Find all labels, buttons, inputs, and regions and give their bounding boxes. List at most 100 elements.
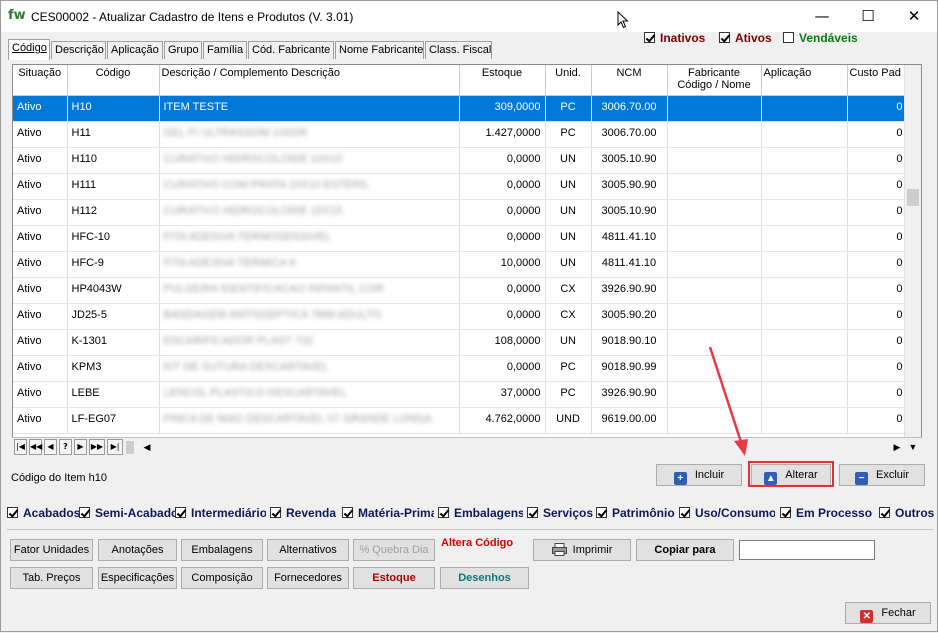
filter-inativos[interactable]: Inativos bbox=[644, 31, 705, 45]
cell-fabricante[interactable] bbox=[667, 251, 762, 278]
checkbox-icon[interactable] bbox=[679, 507, 690, 518]
col-header-situacao[interactable]: Situação bbox=[13, 65, 68, 96]
cell-aplicacao[interactable] bbox=[761, 225, 848, 252]
cell-custo[interactable]: 0 bbox=[847, 121, 908, 148]
nav-first-button[interactable]: |◀ bbox=[14, 439, 27, 455]
category-semi-acabados[interactable]: Semi-Acabados bbox=[79, 506, 175, 520]
composicao-button[interactable]: Composição bbox=[181, 567, 263, 589]
cell-aplicacao[interactable] bbox=[761, 199, 848, 226]
category-embalagens[interactable]: Embalagens bbox=[438, 506, 523, 520]
cell-codigo[interactable]: HFC-10 bbox=[67, 225, 160, 252]
cell-ncm[interactable]: 3006.70.00 bbox=[591, 95, 668, 122]
cell-fabricante[interactable] bbox=[667, 277, 762, 304]
category-uso-consumo[interactable]: Uso/Consumo bbox=[679, 506, 775, 520]
tab-nome-fabricante[interactable]: Nome Fabricante bbox=[335, 41, 424, 59]
category-acabados[interactable]: Acabados bbox=[7, 506, 79, 520]
vertical-scrollbar[interactable] bbox=[904, 65, 921, 455]
checkbox-icon[interactable] bbox=[7, 507, 18, 518]
estoque-button[interactable]: Estoque bbox=[353, 567, 435, 589]
category-intermediarios[interactable]: Intermediários bbox=[175, 506, 266, 520]
table-row[interactable]: Ativo LF-EG07 PINCA DE MAO DESCARTAVEL 07 … bbox=[13, 407, 908, 434]
cell-unid[interactable]: UN bbox=[545, 173, 592, 200]
cell-fabricante[interactable] bbox=[667, 225, 762, 252]
fator-unidades-button[interactable]: Fator Unidades bbox=[10, 539, 93, 561]
cell-unid[interactable]: UN bbox=[545, 147, 592, 174]
anotacoes-button[interactable]: Anotações bbox=[98, 539, 177, 561]
checkbox-icon[interactable] bbox=[719, 32, 730, 43]
cell-custo[interactable]: 0 bbox=[847, 173, 908, 200]
col-header-unid[interactable]: Unid. bbox=[545, 65, 592, 96]
fechar-button[interactable]: ✕ Fechar bbox=[845, 602, 931, 624]
tab-descricao[interactable]: Descrição bbox=[51, 41, 106, 59]
quebra-dia-button[interactable]: % Quebra Dia bbox=[353, 539, 435, 561]
filter-ativos[interactable]: Ativos bbox=[719, 31, 772, 45]
cell-aplicacao[interactable] bbox=[761, 95, 848, 122]
table-row[interactable]: Ativo HFC-9 FITA ADESIVA TERMICA 9 10,0000 U… bbox=[13, 251, 908, 278]
cell-descricao[interactable]: LENCOL PLASTICO DESCARTAVEL bbox=[159, 381, 460, 408]
copiar-para-input[interactable] bbox=[739, 540, 875, 560]
cell-custo[interactable]: 0 bbox=[847, 199, 908, 226]
cell-ncm[interactable]: 3006.70.00 bbox=[591, 121, 668, 148]
cell-ncm[interactable]: 3005.10.90 bbox=[591, 147, 668, 174]
table-row[interactable]: Ativo H10 ITEM TESTE 309,0000 PC 3006.70.00 0 bbox=[13, 95, 908, 122]
tab-aplicacao[interactable]: Aplicação bbox=[107, 41, 163, 59]
cell-situacao[interactable]: Ativo bbox=[13, 303, 68, 330]
checkbox-icon[interactable] bbox=[879, 507, 890, 518]
cell-codigo[interactable]: H112 bbox=[67, 199, 160, 226]
cell-codigo[interactable]: LF-EG07 bbox=[67, 407, 160, 434]
tab-class-fiscal[interactable]: Class. Fiscal bbox=[425, 41, 492, 59]
cell-descricao[interactable]: PINCA DE MAO DESCARTAVEL 07 GRANDE LONGA bbox=[159, 407, 460, 434]
cell-estoque[interactable]: 0,0000 bbox=[459, 355, 546, 382]
cell-fabricante[interactable] bbox=[667, 121, 762, 148]
cell-estoque[interactable]: 108,0000 bbox=[459, 329, 546, 356]
cell-unid[interactable]: UN bbox=[545, 329, 592, 356]
filter-vendaveis[interactable]: Vendáveis bbox=[783, 31, 858, 45]
cell-custo[interactable]: 0 bbox=[847, 225, 908, 252]
cell-codigo[interactable]: LEBE bbox=[67, 381, 160, 408]
cell-estoque[interactable]: 0,0000 bbox=[459, 225, 546, 252]
col-header-aplicacao[interactable]: Aplicação bbox=[761, 65, 848, 96]
checkbox-icon[interactable] bbox=[780, 507, 791, 518]
cell-descricao[interactable]: CURATIVO HIDROCOLOIDE 10X10 bbox=[159, 147, 460, 174]
nav-prev-page-button[interactable]: ◀◀ bbox=[29, 439, 42, 455]
cell-fabricante[interactable] bbox=[667, 173, 762, 200]
excluir-button[interactable]: − Excluir bbox=[839, 464, 925, 486]
cell-codigo[interactable]: H10 bbox=[67, 95, 160, 122]
cell-fabricante[interactable] bbox=[667, 407, 762, 434]
table-row[interactable]: Ativo JD25-5 BANDAGEM ANTISSEPTICA 7MM ADU… bbox=[13, 303, 908, 330]
cell-ncm[interactable]: 3926.90.90 bbox=[591, 277, 668, 304]
cell-estoque[interactable]: 37,0000 bbox=[459, 381, 546, 408]
cell-fabricante[interactable] bbox=[667, 95, 762, 122]
checkbox-icon[interactable] bbox=[175, 507, 186, 518]
cell-aplicacao[interactable] bbox=[761, 329, 848, 356]
cell-ncm[interactable]: 4811.41.10 bbox=[591, 225, 668, 252]
cell-aplicacao[interactable] bbox=[761, 173, 848, 200]
vertical-scroll-thumb[interactable] bbox=[907, 189, 919, 206]
col-header-estoque[interactable]: Estoque bbox=[459, 65, 546, 96]
tab-precos-button[interactable]: Tab. Preços bbox=[10, 567, 93, 589]
tab-familia[interactable]: Família bbox=[203, 41, 247, 59]
col-header-codigo[interactable]: Código bbox=[67, 65, 160, 96]
items-grid[interactable]: Situação Código Descrição / Complemento … bbox=[12, 64, 922, 456]
cell-aplicacao[interactable] bbox=[761, 381, 848, 408]
category-servicos[interactable]: Serviços bbox=[527, 506, 593, 520]
cell-situacao[interactable]: Ativo bbox=[13, 225, 68, 252]
nav-last-button[interactable]: ▶| bbox=[107, 439, 123, 455]
cell-situacao[interactable]: Ativo bbox=[13, 407, 68, 434]
cell-descricao[interactable]: FITA ADESIVA TERMOSENSIVEL bbox=[159, 225, 460, 252]
cell-descricao[interactable]: GEL P/ ULTRASSOM 100GR bbox=[159, 121, 460, 148]
cell-aplicacao[interactable] bbox=[761, 121, 848, 148]
scroll-down-icon[interactable]: ▼ bbox=[905, 439, 921, 455]
cell-custo[interactable]: 0 bbox=[847, 95, 908, 122]
cell-aplicacao[interactable] bbox=[761, 251, 848, 278]
category-outros[interactable]: Outros bbox=[879, 506, 937, 520]
category-patrimonio[interactable]: Patrimônio bbox=[596, 506, 678, 520]
desenhos-button[interactable]: Desenhos bbox=[440, 567, 529, 589]
checkbox-icon[interactable] bbox=[783, 32, 794, 43]
cell-estoque[interactable]: 309,0000 bbox=[459, 95, 546, 122]
cell-custo[interactable]: 0 bbox=[847, 147, 908, 174]
cell-fabricante[interactable] bbox=[667, 199, 762, 226]
cell-unid[interactable]: PC bbox=[545, 355, 592, 382]
cell-unid[interactable]: PC bbox=[545, 121, 592, 148]
cell-descricao[interactable]: CURATIVO HIDROCOLOIDE 15X15 bbox=[159, 199, 460, 226]
